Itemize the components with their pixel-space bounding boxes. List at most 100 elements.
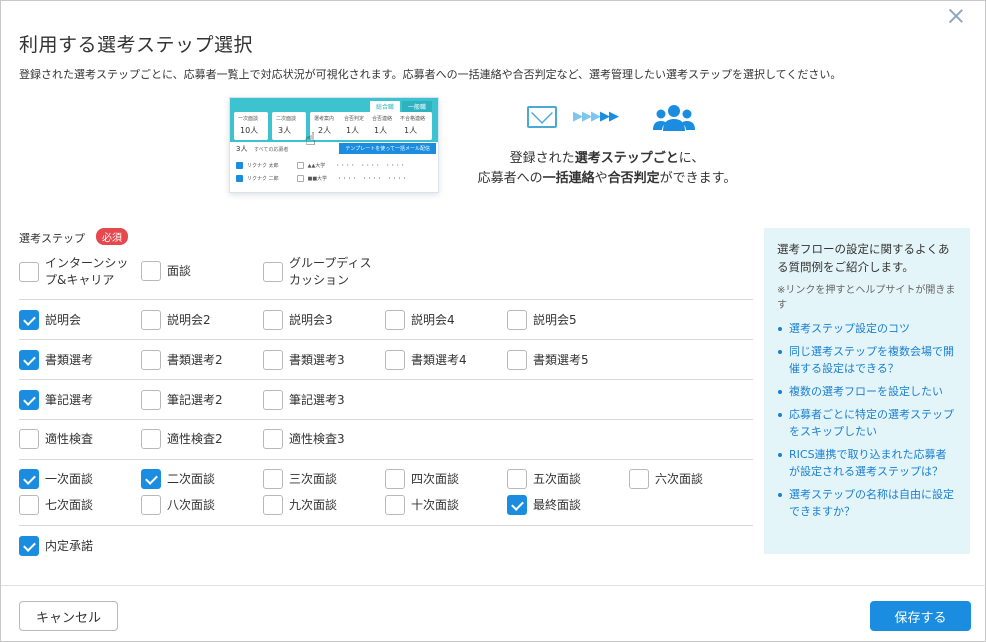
checkbox-unchecked-icon[interactable] bbox=[141, 261, 161, 281]
step-checkbox[interactable]: グループディス カッション bbox=[263, 255, 371, 289]
step-checkbox[interactable]: 二次面談 bbox=[141, 469, 215, 489]
checkbox-unchecked-icon[interactable] bbox=[19, 262, 39, 282]
checkbox-unchecked-icon[interactable] bbox=[385, 310, 405, 330]
illus-cell: 一次面談 10人 bbox=[234, 112, 268, 140]
step-checkbox-label: 六次面談 bbox=[655, 471, 704, 486]
step-checkbox[interactable]: 十次面談 bbox=[385, 495, 459, 515]
checkbox-checked-icon[interactable] bbox=[507, 495, 527, 515]
checkbox-unchecked-icon[interactable] bbox=[263, 350, 283, 370]
step-checkbox-label: 筆記選考 bbox=[45, 392, 94, 407]
step-checkbox[interactable]: 七次面談 bbox=[19, 495, 93, 515]
feature-caption: 登録された選考ステップごとに、 応募者への一括連絡や合否判定ができます。 bbox=[477, 151, 737, 186]
checkbox-unchecked-icon[interactable] bbox=[629, 469, 649, 489]
divider bbox=[19, 299, 753, 300]
checkbox-unchecked-icon[interactable] bbox=[263, 310, 283, 330]
step-checkbox[interactable]: 五次面談 bbox=[507, 469, 581, 489]
step-checkbox[interactable]: 筆記選考 bbox=[19, 390, 93, 410]
step-checkbox-label: 最終面談 bbox=[533, 497, 582, 512]
step-checkbox[interactable]: 書類選考5 bbox=[507, 350, 589, 370]
checkbox-unchecked-icon[interactable] bbox=[19, 495, 39, 515]
checkbox-unchecked-icon[interactable] bbox=[507, 469, 527, 489]
close-icon[interactable] bbox=[945, 5, 967, 27]
step-checkbox-label-line1: インターンシッ bbox=[45, 256, 129, 270]
illus-count: 3人 bbox=[236, 145, 248, 153]
step-checkbox[interactable]: 八次面談 bbox=[141, 495, 215, 515]
step-checkbox[interactable]: 適性検査 bbox=[19, 429, 93, 449]
faq-link[interactable]: 複数の選考フローを設定したい bbox=[777, 383, 957, 400]
step-checkbox[interactable]: 六次面談 bbox=[629, 469, 703, 489]
save-button[interactable]: 保存する bbox=[870, 601, 971, 631]
step-checkbox-label: 五次面談 bbox=[533, 471, 582, 486]
step-checkbox-label: 四次面談 bbox=[411, 471, 460, 486]
checkbox-unchecked-icon[interactable] bbox=[263, 469, 283, 489]
faq-link[interactable]: 選考ステップの名称は自由に設定できますか？ bbox=[777, 486, 957, 520]
checkbox-unchecked-icon[interactable] bbox=[141, 495, 161, 515]
checkbox-unchecked-icon[interactable] bbox=[19, 429, 39, 449]
faq-title: 選考フローの設定に関するよくある質問例をご紹介します。 bbox=[777, 242, 950, 274]
divider bbox=[19, 379, 753, 380]
step-checkbox[interactable]: 説明会 bbox=[19, 310, 81, 330]
checkbox-unchecked-icon[interactable] bbox=[385, 469, 405, 489]
step-checkbox[interactable]: 内定承諾 bbox=[19, 536, 93, 556]
checkbox-unchecked-icon[interactable] bbox=[141, 429, 161, 449]
step-checkbox[interactable]: 筆記選考3 bbox=[263, 390, 345, 410]
illus-tab-summary: 総合職 bbox=[369, 101, 400, 112]
divider bbox=[19, 459, 753, 460]
checkbox-unchecked-icon[interactable] bbox=[141, 350, 161, 370]
step-checkbox[interactable]: 説明会5 bbox=[507, 310, 577, 330]
step-checkbox-label: 九次面談 bbox=[289, 497, 338, 512]
faq-link[interactable]: 同じ選考ステップを複数会場で開催する設定はできる？ bbox=[777, 343, 957, 377]
step-checkbox-label: 一次面談 bbox=[45, 471, 94, 486]
step-checkbox[interactable]: 説明会2 bbox=[141, 310, 211, 330]
checkbox-unchecked-icon[interactable] bbox=[385, 495, 405, 515]
step-checkbox[interactable]: 筆記選考2 bbox=[141, 390, 223, 410]
step-checkbox[interactable]: 四次面談 bbox=[385, 469, 459, 489]
checkbox-checked-icon[interactable] bbox=[19, 469, 39, 489]
step-checkbox[interactable]: 三次面談 bbox=[263, 469, 337, 489]
checkbox-unchecked-icon[interactable] bbox=[263, 262, 283, 282]
step-checkbox[interactable]: 書類選考 bbox=[19, 350, 93, 370]
step-checkbox-label: 説明会2 bbox=[167, 312, 211, 327]
checkbox-unchecked-icon[interactable] bbox=[385, 350, 405, 370]
checkbox-unchecked-icon[interactable] bbox=[263, 495, 283, 515]
step-checkbox[interactable]: 九次面談 bbox=[263, 495, 337, 515]
step-checkbox[interactable]: 説明会4 bbox=[385, 310, 455, 330]
illus-cell-group: 選考案内 2人 合否判定 1人 合否連絡 1人 不合格連絡 1人 bbox=[310, 112, 432, 140]
step-checkbox[interactable]: 適性検査2 bbox=[141, 429, 223, 449]
checkbox-unchecked-icon[interactable] bbox=[141, 390, 161, 410]
checkbox-checked-icon[interactable] bbox=[19, 310, 39, 330]
checkbox-checked-icon[interactable] bbox=[19, 536, 39, 556]
step-checkbox-label: 八次面談 bbox=[167, 497, 216, 512]
checkbox-unchecked-icon[interactable] bbox=[263, 390, 283, 410]
checkbox-unchecked-icon[interactable] bbox=[507, 350, 527, 370]
faq-link[interactable]: RICS連携で取り込まれた応募者が設定される選考ステップは？ bbox=[777, 446, 957, 480]
checkbox-checked-icon[interactable] bbox=[141, 469, 161, 489]
step-checkbox[interactable]: 書類選考4 bbox=[385, 350, 467, 370]
step-checkbox[interactable]: 面談 bbox=[141, 261, 191, 281]
step-checkbox-label: 説明会3 bbox=[289, 312, 333, 327]
step-select-dialog: 利用する選考ステップ選択 登録された選考ステップごとに、応募者一覧上で対応状況が… bbox=[0, 0, 986, 642]
checkbox-unchecked-icon[interactable] bbox=[263, 429, 283, 449]
step-checkbox-label: インターンシッ プ&キャリア bbox=[45, 255, 128, 289]
step-checkbox[interactable]: 最終面談 bbox=[507, 495, 581, 515]
step-checkbox-label: 書類選考2 bbox=[167, 352, 223, 367]
required-badge: 必須 bbox=[96, 228, 128, 245]
step-checkbox[interactable]: 適性検査3 bbox=[263, 429, 345, 449]
step-checkbox[interactable]: 書類選考2 bbox=[141, 350, 223, 370]
step-checkbox-label: 適性検査3 bbox=[289, 431, 345, 446]
dialog-title: 利用する選考ステップ選択 bbox=[19, 34, 254, 56]
faq-link[interactable]: 応募者ごとに特定の選考ステップをスキップしたい bbox=[777, 406, 957, 440]
step-checkbox[interactable]: 説明会3 bbox=[263, 310, 333, 330]
faq-link[interactable]: 選考ステップ設定のコツ bbox=[777, 320, 957, 337]
checkbox-unchecked-icon[interactable] bbox=[507, 310, 527, 330]
step-checkbox-label: 書類選考3 bbox=[289, 352, 345, 367]
cancel-button[interactable]: キャンセル bbox=[19, 601, 118, 631]
checkbox-checked-icon[interactable] bbox=[19, 390, 39, 410]
step-checkbox[interactable]: 書類選考3 bbox=[263, 350, 345, 370]
checkbox-checked-icon[interactable] bbox=[19, 350, 39, 370]
step-checkbox[interactable]: インターンシッ プ&キャリア bbox=[19, 255, 128, 289]
footer-divider bbox=[1, 585, 986, 586]
step-checkbox[interactable]: 一次面談 bbox=[19, 469, 93, 489]
step-checkbox-label: 説明会 bbox=[45, 312, 82, 327]
checkbox-unchecked-icon[interactable] bbox=[141, 310, 161, 330]
